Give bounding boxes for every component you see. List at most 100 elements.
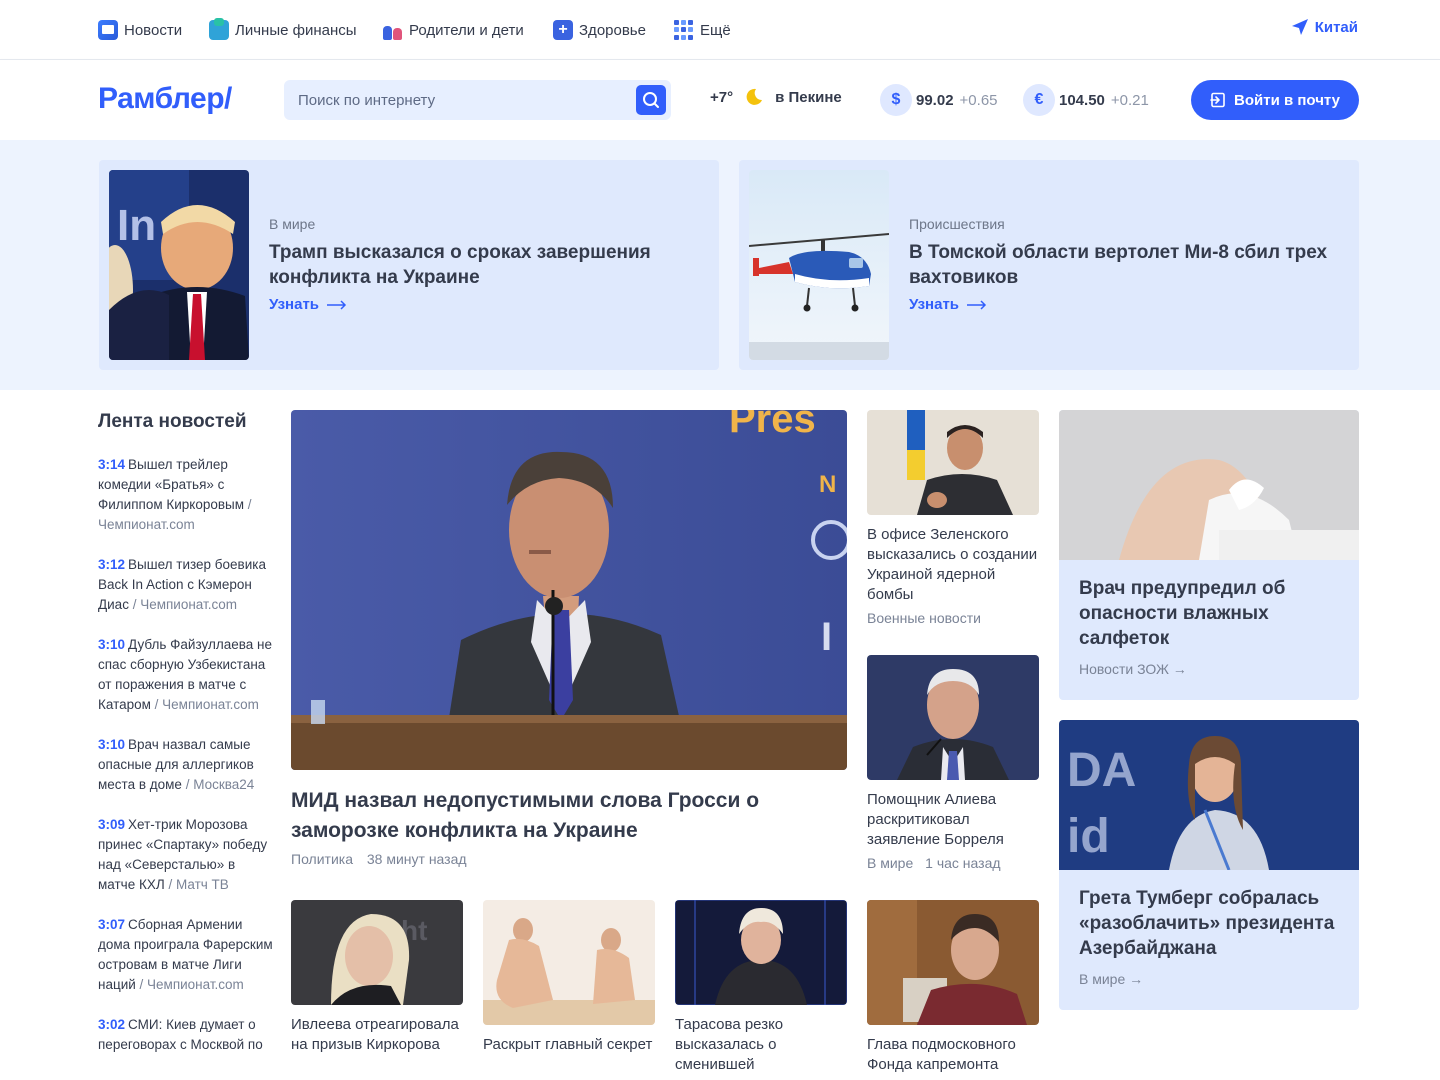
featured-card-image: DA id xyxy=(1059,720,1359,871)
logo[interactable]: Рамблер/ xyxy=(98,82,232,116)
news-card[interactable]: Помощник Алиева раскритиковал заявление … xyxy=(867,655,1039,871)
feed-source: / Москва24 xyxy=(181,777,255,792)
feed-time: 3:02 xyxy=(98,1017,126,1032)
promo-card[interactable]: Происшествия В Томской области вертолет … xyxy=(739,160,1359,370)
news-card-image xyxy=(675,900,847,1005)
feed-source: / Чемпионат.com xyxy=(128,597,237,612)
feed-item[interactable]: 3:09 Хет-трик Морозова принес «Спартаку» … xyxy=(98,815,273,895)
search-input[interactable] xyxy=(284,80,624,120)
news-card-image xyxy=(867,900,1039,1025)
usd-rate[interactable]: $ 99.02 +0.65 xyxy=(880,84,998,116)
news-card-title: Глава подмосковного Фонда капремонта xyxy=(867,1036,1016,1073)
weather-city: в Пекине xyxy=(775,88,842,106)
main-story-title[interactable]: МИД назвал недопустимыми слова Гросси о … xyxy=(291,786,847,846)
main-story-category[interactable]: Политика xyxy=(291,851,353,867)
news-card-meta: Военные новости xyxy=(867,610,1039,626)
svg-text:Pres: Pres xyxy=(729,410,816,441)
feed-source: / Чемпионат.com xyxy=(135,977,244,992)
news-card-image: ht xyxy=(291,900,463,1005)
news-card[interactable]: В офисе Зеленского высказались о создани… xyxy=(867,410,1039,626)
arrow-right-icon xyxy=(327,299,347,310)
news-card-category[interactable]: В мире xyxy=(867,855,913,871)
promo-more-label: Узнать xyxy=(909,296,960,313)
grid-icon xyxy=(674,20,694,40)
weather-widget[interactable]: +7° в Пекине xyxy=(710,88,842,106)
feed-time: 3:07 xyxy=(98,917,126,932)
featured-card[interactable]: DA id Грета Тумберг собралась «разоблачи… xyxy=(1059,720,1359,1010)
svg-text:id: id xyxy=(1067,810,1110,863)
login-label: Войти в почту xyxy=(1234,91,1340,109)
nav-item-label: Ещё xyxy=(700,21,731,39)
location-arrow-icon xyxy=(1291,19,1308,35)
region-selector[interactable]: Китай xyxy=(1291,18,1358,36)
svg-text:I: I xyxy=(821,615,832,659)
news-card[interactable]: Глава подмосковного Фонда капремонта xyxy=(867,900,1039,1075)
finance-icon xyxy=(209,18,229,40)
promo-more-link[interactable]: Узнать xyxy=(909,296,987,313)
featured-card-image xyxy=(1059,410,1359,560)
search-button[interactable] xyxy=(636,85,666,115)
nav-item-label: Новости xyxy=(124,21,183,39)
news-card-image xyxy=(867,410,1039,515)
weather-temperature: +7° xyxy=(710,88,734,106)
news-card-title: Ивлеева отреагировала на призыв Киркоров… xyxy=(291,1016,459,1053)
feed-source: / Матч ТВ xyxy=(164,877,229,892)
news-card-title: Помощник Алиева раскритиковал заявление … xyxy=(867,791,1004,848)
moon-icon xyxy=(746,88,763,105)
featured-card[interactable]: Врач предупредил об опасности влажных са… xyxy=(1059,410,1359,700)
svg-text:In: In xyxy=(117,201,156,250)
nav-item-finance[interactable]: Личные финансы xyxy=(209,18,357,42)
promo-title[interactable]: Трамп высказался о сроках завершения кон… xyxy=(269,240,689,290)
news-feed: 3:14 Вышел трейлер комедии «Братья» с Фил… xyxy=(98,455,273,1075)
feed-item[interactable]: 3:07 Сборная Армении дома проиграла Фарер… xyxy=(98,915,273,995)
promo-more-label: Узнать xyxy=(269,296,320,313)
health-icon xyxy=(553,20,573,40)
feed-time: 3:10 xyxy=(98,637,126,652)
featured-card-source[interactable]: Новости ЗОЖ → xyxy=(1059,651,1359,677)
featured-card-source[interactable]: В мире → xyxy=(1059,961,1359,987)
eur-change: +0.21 xyxy=(1110,91,1149,109)
top-navigation: Новости Личные финансы Родители и дети З… xyxy=(0,0,1440,60)
svg-text:DA: DA xyxy=(1067,744,1136,797)
main-story-image[interactable]: Pres N I xyxy=(291,410,847,770)
news-card-title: В офисе Зеленского высказались о создани… xyxy=(867,526,1038,603)
nav-item-label: Личные финансы xyxy=(235,21,357,39)
eur-rate[interactable]: € 104.50 +0.21 xyxy=(1023,84,1149,116)
feed-item[interactable]: 3:10 Врач назвал самые опасные для аллерг… xyxy=(98,735,273,795)
nav-item-news[interactable]: Новости xyxy=(98,18,182,42)
login-mail-button[interactable]: Войти в почту xyxy=(1191,80,1359,120)
feed-time: 3:09 xyxy=(98,817,126,832)
feed-item[interactable]: 3:14 Вышел трейлер комедии «Братья» с Фил… xyxy=(98,455,273,535)
news-card[interactable]: Раскрыт главный секрет xyxy=(483,900,655,1055)
feed-item[interactable]: 3:02 СМИ: Киев думает о переговорах с Мос… xyxy=(98,1015,273,1055)
promo-category: В мире xyxy=(269,216,316,232)
feed-item[interactable]: 3:12 Вышел тизер боевика Back In Action с… xyxy=(98,555,273,615)
promo-more-link[interactable]: Узнать xyxy=(269,296,347,313)
news-card[interactable]: Тарасова резко высказалась о сменившей xyxy=(675,900,847,1075)
nav-item-family[interactable]: Родители и дети xyxy=(383,18,524,42)
search-box xyxy=(284,80,671,120)
arrow-right-icon xyxy=(967,299,987,310)
news-icon xyxy=(98,20,118,40)
news-card-title: Раскрыт главный секрет xyxy=(483,1036,653,1053)
euro-icon: € xyxy=(1023,84,1055,116)
nav-item-more[interactable]: Ещё xyxy=(674,18,731,42)
feed-time: 3:12 xyxy=(98,557,126,572)
usd-change: +0.65 xyxy=(959,91,998,109)
eur-value: 104.50 xyxy=(1059,91,1105,109)
news-card-meta: В мире 1 час назад xyxy=(867,855,1039,871)
promo-card[interactable]: In В мире Трамп высказался о сроках заве… xyxy=(99,160,719,370)
news-card[interactable]: ht Ивлеева отреагировала на призыв Кирко… xyxy=(291,900,463,1055)
promo-image: In xyxy=(109,170,249,360)
region-label: Китай xyxy=(1314,18,1358,36)
news-card-category[interactable]: Военные новости xyxy=(867,610,981,626)
feed-time: 3:10 xyxy=(98,737,126,752)
news-card-title: Тарасова резко высказалась о сменившей xyxy=(675,1016,784,1073)
promo-title[interactable]: В Томской области вертолет Ми-8 сбил тре… xyxy=(909,240,1329,290)
nav-item-health[interactable]: Здоровье xyxy=(553,18,646,42)
feed-item[interactable]: 3:10 Дубль Файзуллаева не спас сборную Уз… xyxy=(98,635,273,715)
news-card-image xyxy=(867,655,1039,780)
promo-category: Происшествия xyxy=(909,216,1005,232)
promo-image xyxy=(749,170,889,360)
featured-card-title: Врач предупредил об опасности влажных са… xyxy=(1079,578,1286,649)
